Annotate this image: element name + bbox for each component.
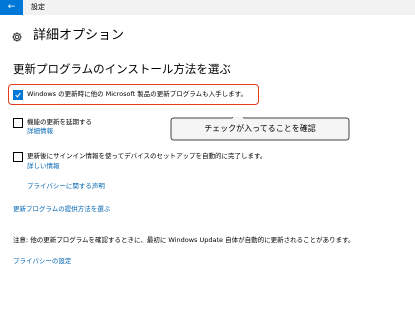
window-title: 設定 xyxy=(31,3,45,11)
auto-signin-checkbox[interactable] xyxy=(13,152,23,162)
callout-text: チェックが入ってることを確認 xyxy=(204,124,316,133)
delivery-method-link[interactable]: 更新プログラムの提供方法を選ぶ xyxy=(13,205,110,214)
callout-bubble: チェックが入ってることを確認 xyxy=(170,117,350,141)
note-text: 注意: 他の更新プログラムを確認するときに、最初に Windows Update… xyxy=(13,236,355,244)
back-button[interactable]: ← xyxy=(0,0,23,15)
title-bar: ← 設定 xyxy=(0,0,415,15)
defer-features-checkbox[interactable] xyxy=(13,118,23,128)
auto-signin-label: 更新後にサインイン情報を使ってデバイスのセットアップを自動的に完了します。 xyxy=(27,152,267,160)
gear-icon xyxy=(12,32,22,42)
section-heading: 更新プログラムのインストール方法を選ぶ xyxy=(13,62,231,76)
privacy-settings-link[interactable]: プライバシーの設定 xyxy=(13,257,71,266)
arrow-left-icon: ← xyxy=(7,2,16,12)
highlight-frame xyxy=(8,84,259,105)
defer-features-label: 機能の更新を延期する xyxy=(27,118,92,126)
privacy-statement-link[interactable]: プライバシーに関する声明 xyxy=(27,182,105,191)
page-title: 詳細オプション xyxy=(33,28,125,43)
more-info-link[interactable]: 詳しい情報 xyxy=(27,162,60,171)
learn-more-link[interactable]: 詳細情報 xyxy=(27,127,53,136)
settings-window: ← 設定 詳細オプション 更新プログラムのインストール方法を選ぶ Windows… xyxy=(0,0,415,319)
